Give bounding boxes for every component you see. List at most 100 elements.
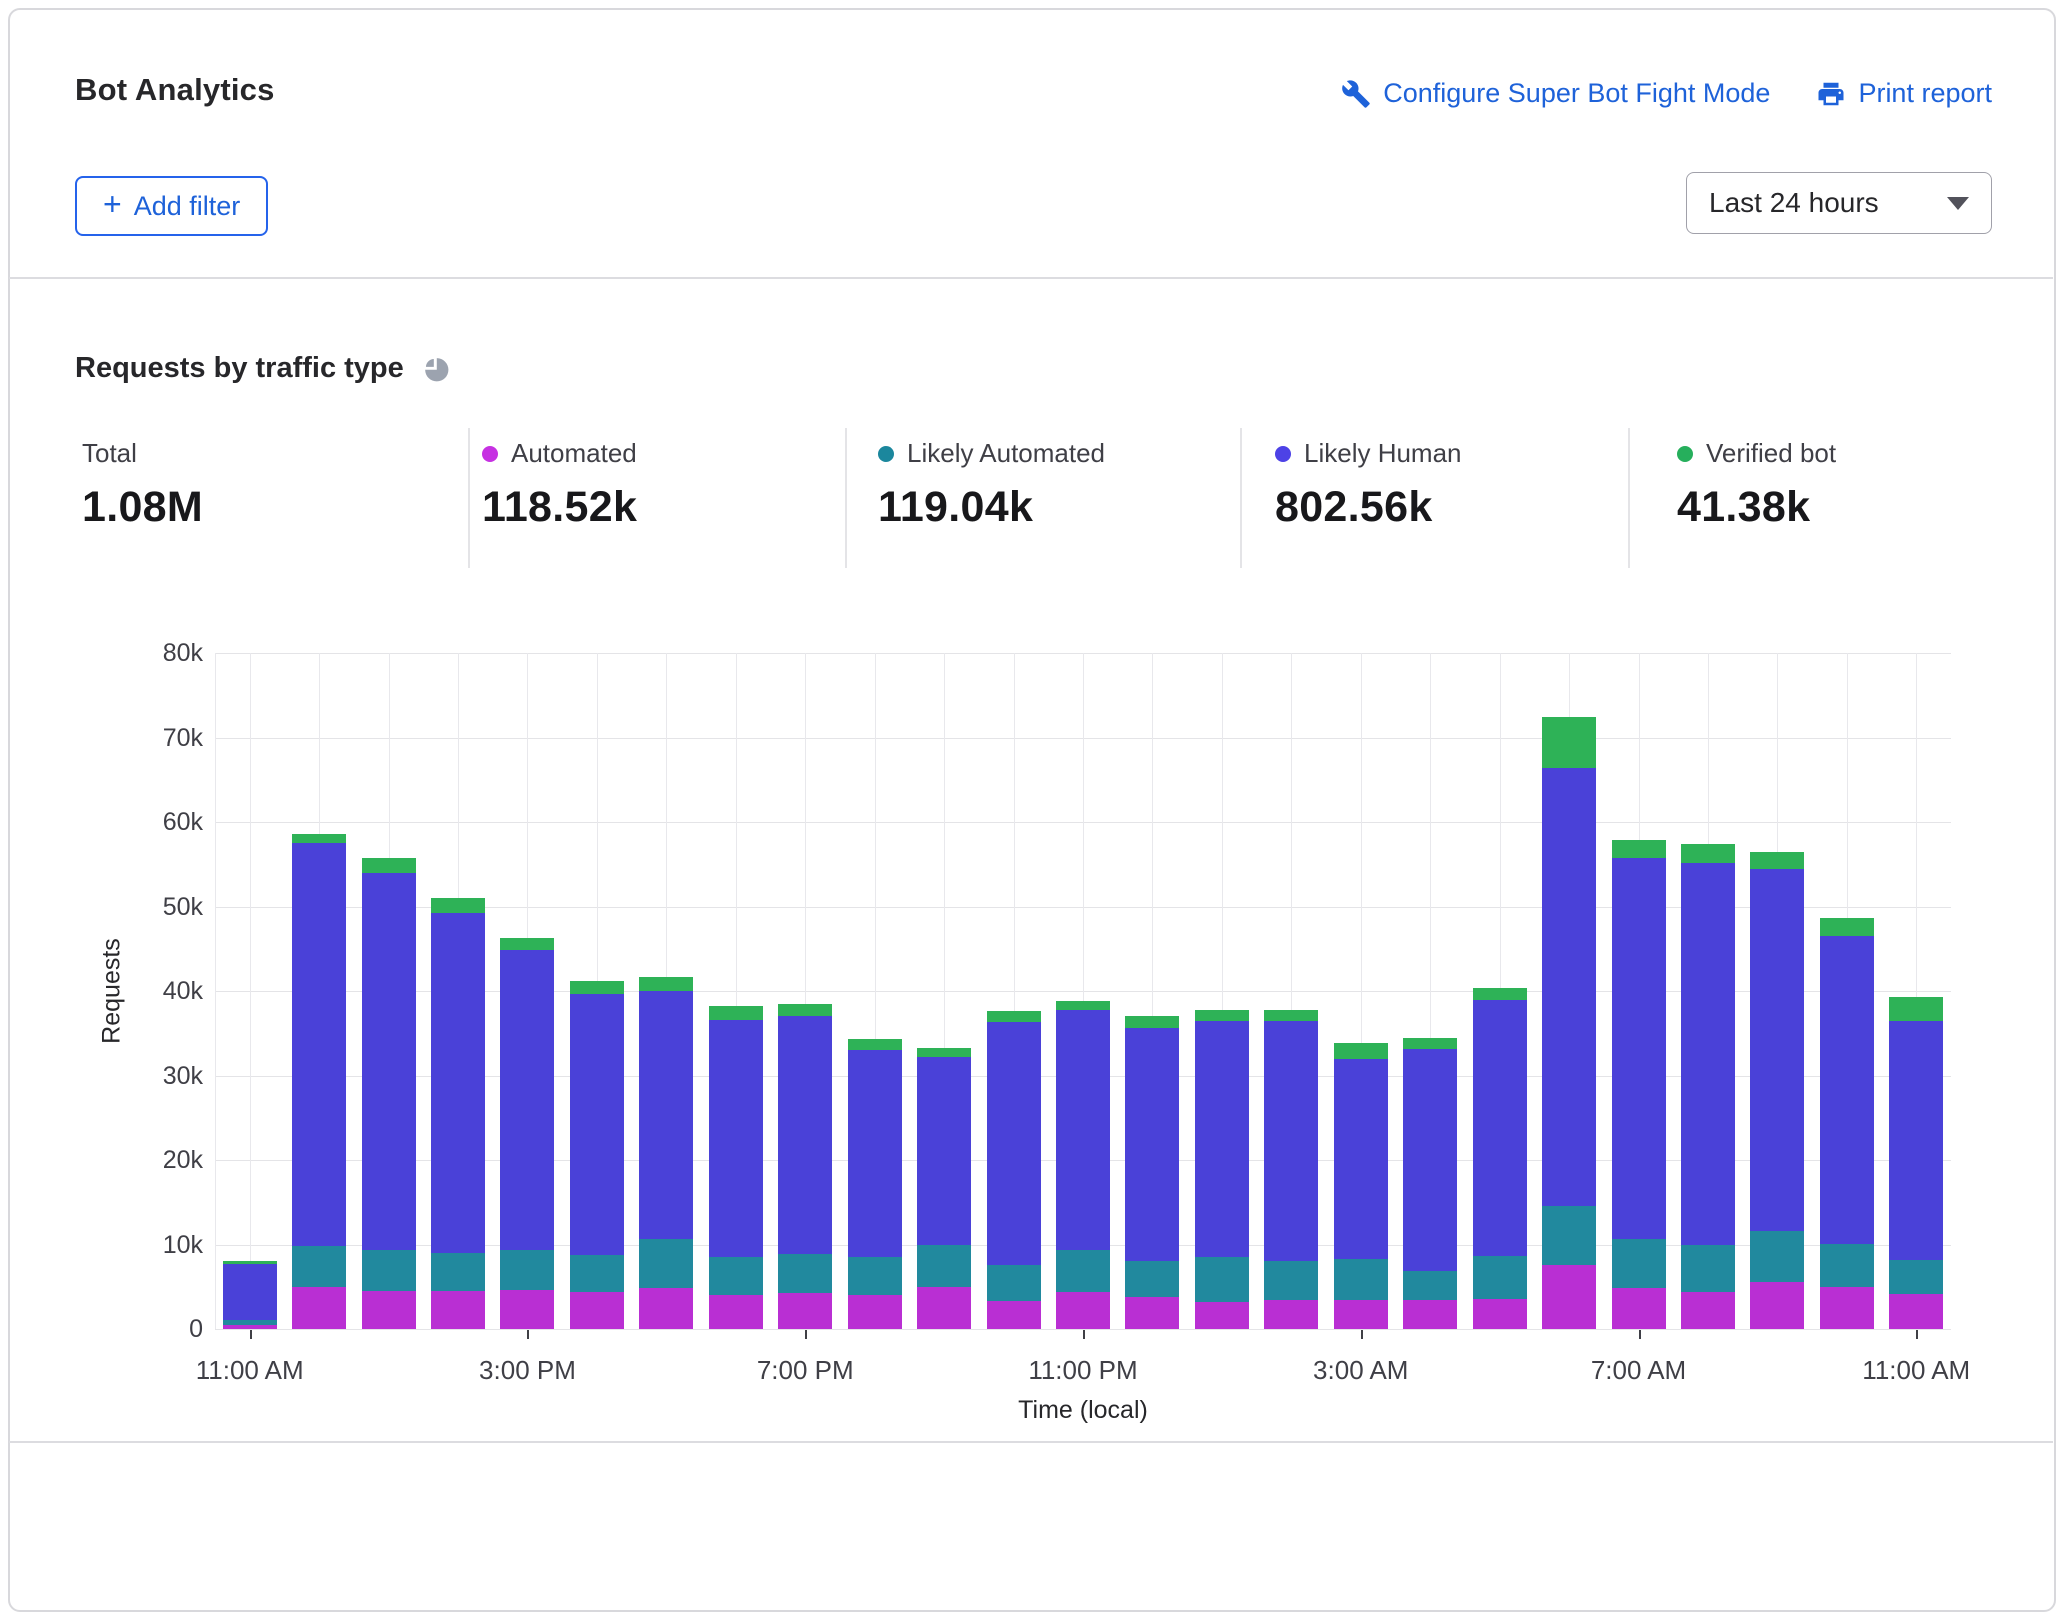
printer-icon[interactable] xyxy=(1816,79,1846,109)
x-tick-mark xyxy=(527,1330,529,1339)
pie-chart-icon xyxy=(420,353,451,384)
bar-segment-likely-automated xyxy=(1820,1244,1874,1287)
stat-label: Verified bot xyxy=(1706,438,1836,469)
bar-segment-likely-automated xyxy=(1889,1260,1943,1294)
stacked-bar[interactable] xyxy=(639,977,693,1329)
configure-super-bot-fight-mode-link[interactable]: Configure Super Bot Fight Mode xyxy=(1341,78,1770,109)
bar-segment-likely-human xyxy=(1264,1021,1318,1261)
x-tick-mark xyxy=(1083,1330,1085,1339)
stacked-bar[interactable] xyxy=(1056,1001,1110,1329)
bar-segment-likely-human xyxy=(1334,1059,1388,1258)
bar-segment-automated xyxy=(1889,1294,1943,1329)
bar-segment-verified-bot xyxy=(709,1006,763,1020)
stat-automated: Automated 118.52k xyxy=(482,438,637,532)
automated-legend-dot-icon xyxy=(482,446,498,462)
bar-segment-verified-bot xyxy=(1889,997,1943,1021)
stat-label: Likely Automated xyxy=(907,438,1105,469)
stacked-bar[interactable] xyxy=(709,1006,763,1329)
stacked-bar[interactable] xyxy=(917,1048,971,1329)
bar-segment-automated xyxy=(223,1325,277,1329)
stacked-bar[interactable] xyxy=(362,858,416,1329)
bar-segment-likely-automated xyxy=(500,1250,554,1290)
y-tick-label: 60k xyxy=(53,807,203,837)
stacked-bar[interactable] xyxy=(848,1039,902,1329)
bar-segment-automated xyxy=(1403,1300,1457,1329)
stacked-bar[interactable] xyxy=(1195,1010,1249,1329)
bar-segment-likely-human xyxy=(639,991,693,1239)
bar-segment-likely-human xyxy=(362,873,416,1251)
add-filter-label: Add filter xyxy=(134,191,241,222)
x-tick-label: 7:00 AM xyxy=(1591,1355,1686,1386)
bar-segment-verified-bot xyxy=(1195,1010,1249,1020)
bar-segment-verified-bot xyxy=(917,1048,971,1057)
stacked-bar[interactable] xyxy=(223,1261,277,1329)
stat-value: 118.52k xyxy=(482,483,637,532)
stat-likely-automated: Likely Automated119.04k xyxy=(878,438,1105,532)
stat-label-row: Verified bot xyxy=(1677,438,1836,469)
bar-segment-likely-automated xyxy=(570,1255,624,1292)
x-tick-mark xyxy=(1916,1330,1918,1339)
bar-segment-likely-automated xyxy=(917,1245,971,1287)
stacked-bar[interactable] xyxy=(1125,1016,1179,1329)
stacked-bar[interactable] xyxy=(778,1004,832,1329)
bar-segment-likely-human xyxy=(1612,858,1666,1239)
section-title: Requests by traffic type xyxy=(75,352,451,385)
section-title-label: Requests by traffic type xyxy=(75,352,404,385)
bar-segment-automated xyxy=(709,1295,763,1329)
bar-segment-likely-automated xyxy=(362,1250,416,1291)
x-tick-label: 11:00 AM xyxy=(1862,1355,1970,1386)
gridline xyxy=(215,653,216,1329)
bar-segment-automated xyxy=(500,1290,554,1329)
stacked-bar[interactable] xyxy=(1681,844,1735,1329)
stacked-bar[interactable] xyxy=(1750,852,1804,1329)
stat-label-row: Automated xyxy=(482,438,637,469)
wrench-icon[interactable] xyxy=(1341,79,1371,109)
stacked-bar[interactable] xyxy=(1473,988,1527,1329)
add-filter-button[interactable]: + Add filter xyxy=(75,176,268,236)
bar-segment-likely-automated xyxy=(1125,1261,1179,1297)
stacked-bar[interactable] xyxy=(987,1011,1041,1329)
bar-segment-automated xyxy=(362,1291,416,1329)
bar-segment-likely-automated xyxy=(639,1239,693,1288)
bar-segment-verified-bot xyxy=(639,977,693,991)
bar-segment-verified-bot xyxy=(1542,717,1596,768)
stacked-bar[interactable] xyxy=(500,938,554,1329)
bar-segment-automated xyxy=(292,1287,346,1329)
time-range-select[interactable]: Last 24 hours xyxy=(1686,172,1992,234)
bar-segment-verified-bot xyxy=(778,1004,832,1017)
stat-label: Automated xyxy=(511,438,637,469)
stacked-bar[interactable] xyxy=(1612,840,1666,1329)
bar-segment-likely-human xyxy=(1056,1010,1110,1249)
bar-segment-verified-bot xyxy=(1681,844,1735,863)
stacked-bar[interactable] xyxy=(431,898,485,1329)
y-tick-label: 0 xyxy=(53,1314,203,1344)
stacked-bar[interactable] xyxy=(570,981,624,1329)
bar-segment-verified-bot xyxy=(500,938,554,950)
x-tick-label: 3:00 AM xyxy=(1313,1355,1408,1386)
print-report-link[interactable]: Print report xyxy=(1816,78,1992,109)
stat-label: Total xyxy=(82,438,137,469)
bar-segment-automated xyxy=(1056,1292,1110,1329)
bar-segment-likely-automated xyxy=(292,1246,346,1287)
bar-segment-likely-automated xyxy=(1473,1256,1527,1300)
stacked-bar[interactable] xyxy=(1403,1038,1457,1329)
chart-plot-area xyxy=(215,653,1951,1329)
bar-segment-likely-automated xyxy=(709,1257,763,1295)
stacked-bar[interactable] xyxy=(292,834,346,1329)
stacked-bar[interactable] xyxy=(1264,1010,1318,1329)
header-actions: Configure Super Bot Fight Mode Print rep… xyxy=(1341,78,1992,109)
stacked-bar[interactable] xyxy=(1542,717,1596,1329)
verified-bot-legend-dot-icon xyxy=(1677,446,1693,462)
bar-segment-automated xyxy=(639,1288,693,1329)
bar-segment-verified-bot xyxy=(848,1039,902,1050)
stacked-bar[interactable] xyxy=(1334,1043,1388,1329)
stacked-bar[interactable] xyxy=(1889,997,1943,1329)
bar-segment-likely-automated xyxy=(1195,1257,1249,1302)
stat-verified-bot: Verified bot41.38k xyxy=(1677,438,1836,532)
stat-divider xyxy=(1240,428,1242,568)
stat-value: 1.08M xyxy=(82,483,203,532)
stacked-bar[interactable] xyxy=(1820,918,1874,1330)
x-tick-label: 7:00 PM xyxy=(757,1355,854,1386)
bar-segment-automated xyxy=(1264,1300,1318,1329)
gridline xyxy=(250,653,251,1329)
